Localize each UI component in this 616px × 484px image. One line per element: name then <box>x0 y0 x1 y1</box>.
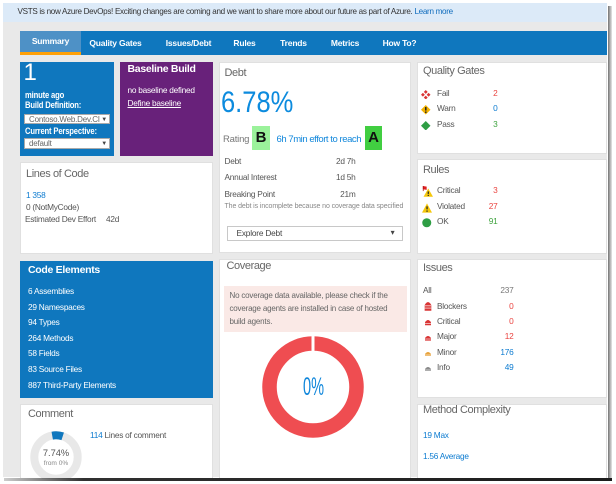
svg-text:from 0%: from 0% <box>44 460 69 467</box>
svg-text:7.74%: 7.74% <box>43 448 69 458</box>
svg-text:0%: 0% <box>303 373 324 401</box>
